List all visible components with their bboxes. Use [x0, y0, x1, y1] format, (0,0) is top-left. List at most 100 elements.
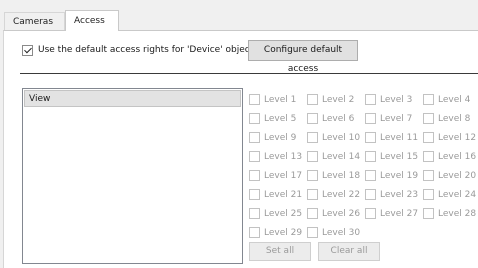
level-label: Level 19 — [380, 170, 419, 181]
level-checkbox-1[interactable]: Level 1 — [249, 90, 307, 109]
level-checkbox-5[interactable]: Level 5 — [249, 109, 307, 128]
configure-default-access-button[interactable]: Configure default access — [248, 40, 358, 74]
level-label: Level 22 — [322, 189, 361, 200]
level-label: Level 24 — [438, 189, 477, 200]
level-checkbox-13[interactable]: Level 13 — [249, 147, 307, 166]
tab-cameras[interactable]: Cameras — [4, 12, 65, 30]
level-label: Level 9 — [264, 132, 297, 143]
level-checkbox-7[interactable]: Level 7 — [365, 109, 423, 128]
level-checkbox-20[interactable]: Level 20 — [423, 166, 478, 185]
level-checkbox-16[interactable]: Level 16 — [423, 147, 478, 166]
divider — [20, 73, 478, 74]
level-checkbox-box[interactable] — [307, 94, 318, 105]
level-checkbox-box[interactable] — [249, 227, 260, 238]
level-label: Level 3 — [380, 94, 413, 105]
level-checkbox-box[interactable] — [365, 132, 376, 143]
level-checkbox-29[interactable]: Level 29 — [249, 223, 307, 242]
level-checkbox-24[interactable]: Level 24 — [423, 185, 478, 204]
level-label: Level 8 — [438, 113, 471, 124]
level-checkbox-box[interactable] — [365, 189, 376, 200]
level-label: Level 10 — [322, 132, 361, 143]
level-checkbox-3[interactable]: Level 3 — [365, 90, 423, 109]
level-checkbox-box[interactable] — [423, 208, 434, 219]
level-checkbox-box[interactable] — [249, 132, 260, 143]
level-checkbox-box[interactable] — [307, 208, 318, 219]
level-checkbox-6[interactable]: Level 6 — [307, 109, 365, 128]
level-label: Level 23 — [380, 189, 419, 200]
level-checkbox-26[interactable]: Level 26 — [307, 204, 365, 223]
level-checkbox-box[interactable] — [249, 208, 260, 219]
level-label: Level 30 — [322, 227, 361, 238]
level-label: Level 11 — [380, 132, 419, 143]
default-access-row[interactable]: Use the default access rights for 'Devic… — [22, 41, 258, 59]
level-checkbox-box[interactable] — [423, 132, 434, 143]
level-label: Level 4 — [438, 94, 471, 105]
level-checkbox-8[interactable]: Level 8 — [423, 109, 478, 128]
level-checkbox-box[interactable] — [249, 94, 260, 105]
level-checkbox-box[interactable] — [307, 170, 318, 181]
level-checkbox-box[interactable] — [249, 151, 260, 162]
level-checkbox-box[interactable] — [423, 94, 434, 105]
level-checkbox-box[interactable] — [423, 170, 434, 181]
level-checkbox-15[interactable]: Level 15 — [365, 147, 423, 166]
level-label: Level 28 — [438, 208, 477, 219]
level-label: Level 21 — [264, 189, 303, 200]
level-checkbox-4[interactable]: Level 4 — [423, 90, 478, 109]
level-checkbox-19[interactable]: Level 19 — [365, 166, 423, 185]
level-label: Level 5 — [264, 113, 297, 124]
list-item-view[interactable]: View — [24, 90, 241, 107]
level-label: Level 29 — [264, 227, 303, 238]
level-checkbox-2[interactable]: Level 2 — [307, 90, 365, 109]
level-checkbox-28[interactable]: Level 28 — [423, 204, 478, 223]
level-checkbox-25[interactable]: Level 25 — [249, 204, 307, 223]
set-all-button[interactable]: Set all — [249, 242, 311, 261]
level-label: Level 20 — [438, 170, 477, 181]
default-access-checkbox[interactable] — [22, 44, 33, 56]
level-checkbox-box[interactable] — [249, 113, 260, 124]
level-checkbox-23[interactable]: Level 23 — [365, 185, 423, 204]
level-checkbox-box[interactable] — [423, 113, 434, 124]
clear-all-button[interactable]: Clear all — [318, 242, 380, 261]
level-label: Level 1 — [264, 94, 297, 105]
level-checkbox-box[interactable] — [365, 170, 376, 181]
level-checkbox-box[interactable] — [307, 151, 318, 162]
level-checkbox-box[interactable] — [307, 113, 318, 124]
level-checkbox-12[interactable]: Level 12 — [423, 128, 478, 147]
tab-bar: Cameras Access — [0, 0, 478, 31]
level-checkbox-box[interactable] — [249, 189, 260, 200]
level-checkbox-box[interactable] — [365, 151, 376, 162]
level-label: Level 2 — [322, 94, 355, 105]
level-checkbox-21[interactable]: Level 21 — [249, 185, 307, 204]
level-checkbox-17[interactable]: Level 17 — [249, 166, 307, 185]
level-label: Level 13 — [264, 151, 303, 162]
level-checkbox-11[interactable]: Level 11 — [365, 128, 423, 147]
level-checkbox-box[interactable] — [365, 94, 376, 105]
level-label: Level 18 — [322, 170, 361, 181]
level-checkbox-box[interactable] — [307, 227, 318, 238]
level-checkbox-box[interactable] — [365, 208, 376, 219]
rights-list[interactable]: View — [22, 88, 243, 264]
level-checkbox-27[interactable]: Level 27 — [365, 204, 423, 223]
level-label: Level 17 — [264, 170, 303, 181]
level-checkbox-box[interactable] — [423, 189, 434, 200]
level-label: Level 6 — [322, 113, 355, 124]
tab-access[interactable]: Access — [65, 10, 119, 31]
level-checkbox-box[interactable] — [307, 132, 318, 143]
level-label: Level 27 — [380, 208, 419, 219]
level-checkbox-box[interactable] — [423, 151, 434, 162]
level-checkbox-box[interactable] — [249, 170, 260, 181]
level-checkbox-grid: Level 1 Level 2 Level 3 Level 4 Level 5 Level… — [249, 90, 478, 242]
level-label: Level 16 — [438, 151, 477, 162]
level-label: Level 14 — [322, 151, 361, 162]
level-checkbox-18[interactable]: Level 18 — [307, 166, 365, 185]
level-checkbox-box[interactable] — [307, 189, 318, 200]
level-checkbox-14[interactable]: Level 14 — [307, 147, 365, 166]
level-label: Level 26 — [322, 208, 361, 219]
level-checkbox-box[interactable] — [365, 113, 376, 124]
level-checkbox-9[interactable]: Level 9 — [249, 128, 307, 147]
level-checkbox-10[interactable]: Level 10 — [307, 128, 365, 147]
level-checkbox-22[interactable]: Level 22 — [307, 185, 365, 204]
default-access-label: Use the default access rights for 'Devic… — [38, 45, 258, 55]
level-label: Level 7 — [380, 113, 413, 124]
level-checkbox-30[interactable]: Level 30 — [307, 223, 365, 242]
